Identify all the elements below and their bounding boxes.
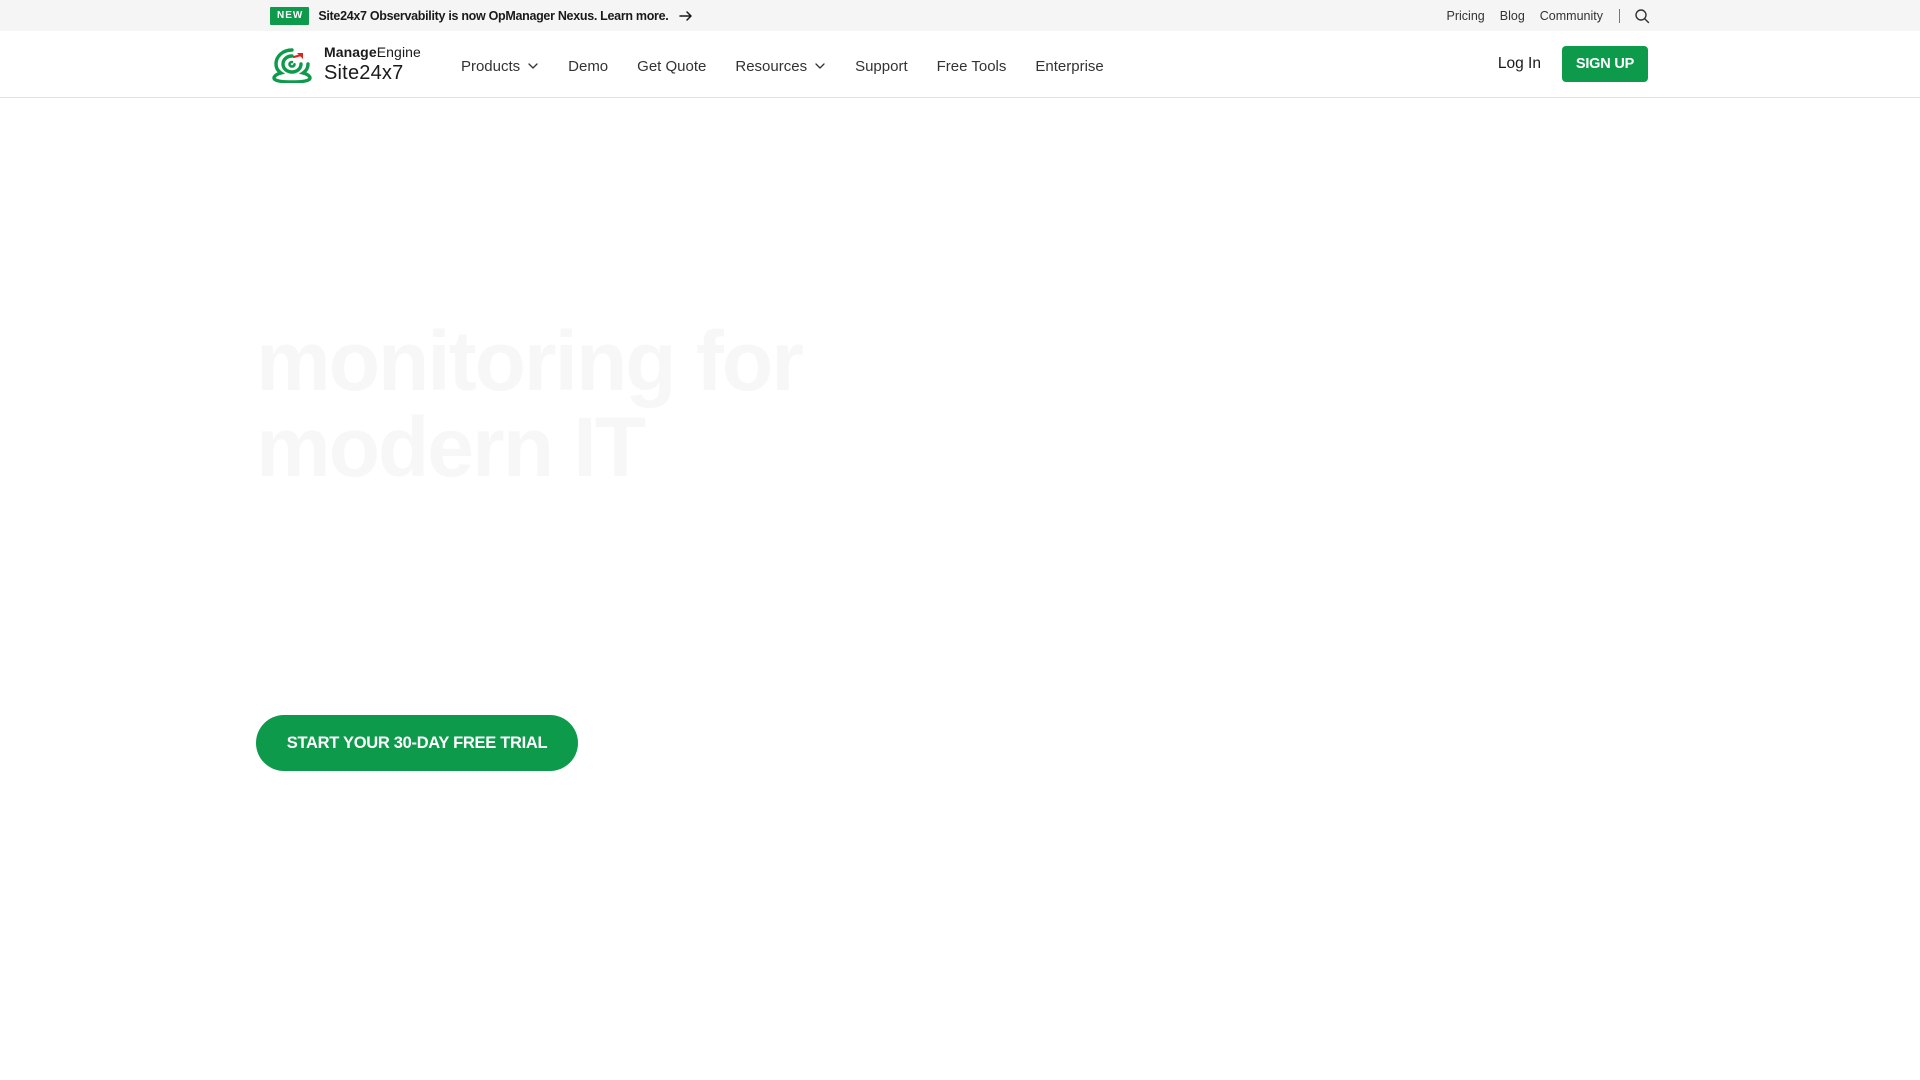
brand-product: Site24x7 [324, 62, 404, 84]
start-free-trial-button[interactable]: START YOUR 30-DAY FREE TRIAL [256, 715, 578, 771]
announcement-link[interactable]: NEW Site24x7 Observability is now OpMana… [270, 6, 693, 25]
nav-item-label: Support [855, 57, 908, 75]
chevron-down-icon [527, 60, 539, 72]
nav-item-products[interactable]: Products [461, 58, 539, 75]
nav-item-label: Free Tools [936, 57, 1007, 75]
nav-item-label: Enterprise [1035, 57, 1104, 75]
community-link[interactable]: Community [1540, 9, 1603, 23]
brand-company-bold: Manage [324, 44, 377, 60]
announcement-text[interactable]: Site24x7 Observability is now OpManager … [318, 9, 668, 23]
nav-item-label: Demo [568, 57, 609, 75]
site24x7-logo-icon [270, 45, 314, 83]
brand-logo-link[interactable]: ManageEngine Site24x7 [270, 45, 421, 83]
search-icon[interactable] [1634, 8, 1650, 24]
announcement-bar: NEW Site24x7 Observability is now OpMana… [0, 0, 1920, 31]
pricing-link[interactable]: Pricing [1447, 9, 1485, 23]
nav-item-support[interactable]: Support [855, 58, 908, 75]
main-header-inner: ManageEngine Site24x7 Products Demo Get … [270, 31, 1648, 97]
utility-divider [1619, 8, 1620, 23]
login-link[interactable]: Log In [1498, 55, 1541, 73]
arrow-right-icon[interactable] [679, 10, 693, 22]
nav-item-label: Resources [735, 57, 808, 75]
nav-item-resources[interactable]: Resources [735, 58, 826, 75]
hero-title-line-1: monitoring for [256, 314, 804, 408]
brand-company-rest: Engine [376, 44, 421, 60]
main-header: ManageEngine Site24x7 Products Demo Get … [0, 31, 1920, 98]
chevron-down-icon [814, 60, 826, 72]
signup-button[interactable]: SIGN UP [1562, 46, 1648, 82]
utility-nav: Pricing Blog Community [1432, 8, 1650, 24]
primary-nav: Products Demo Get Quote Resources Suppor… [461, 33, 1133, 99]
brand-text: ManageEngine Site24x7 [324, 45, 421, 83]
nav-item-label: Get Quote [637, 57, 707, 75]
nav-item-enterprise[interactable]: Enterprise [1035, 58, 1103, 75]
nav-item-get-quote[interactable]: Get Quote [637, 58, 706, 75]
new-badge: NEW [270, 6, 310, 25]
blog-link[interactable]: Blog [1500, 9, 1525, 23]
hero-title: monitoring for modern IT [256, 318, 956, 490]
nav-item-free-tools[interactable]: Free Tools [937, 58, 1007, 75]
header-actions: Log In SIGN UP [1498, 46, 1648, 82]
hero-title-line-2: modern IT [256, 400, 646, 494]
announcement-bar-inner: NEW Site24x7 Observability is now OpMana… [270, 0, 1650, 31]
brand-company: ManageEngine [324, 45, 421, 59]
nav-item-label: Products [460, 57, 521, 75]
nav-item-demo[interactable]: Demo [568, 58, 608, 75]
